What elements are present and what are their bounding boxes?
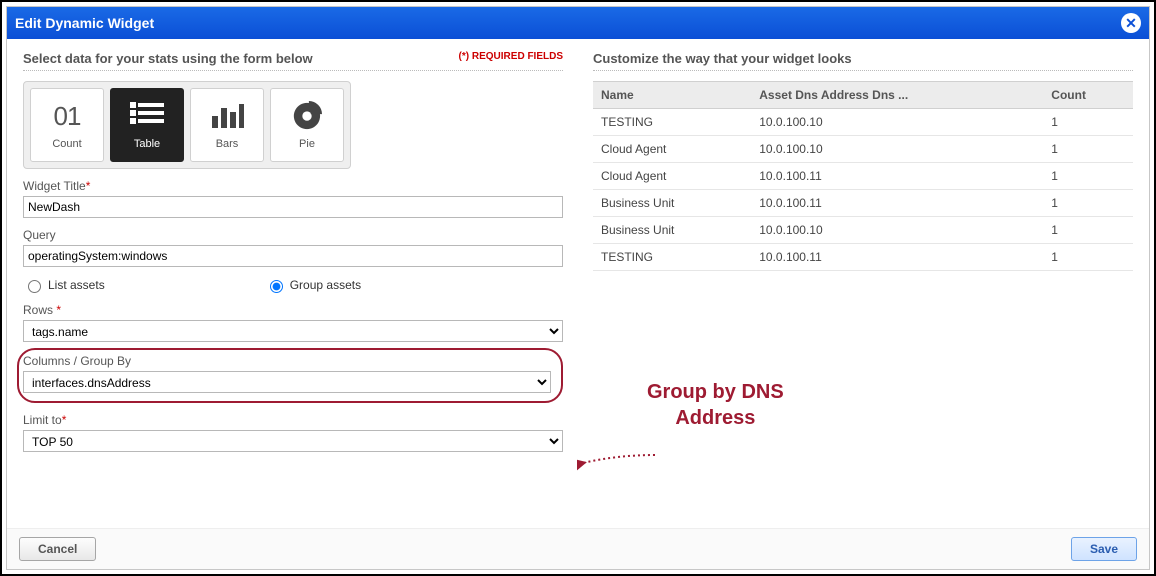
chart-type-count[interactable]: 01 Count: [30, 88, 104, 162]
table-cell: Business Unit: [593, 217, 751, 244]
chart-type-count-label: Count: [52, 138, 81, 150]
edit-widget-dialog: Edit Dynamic Widget ✕ Select data for yo…: [6, 6, 1150, 570]
chart-type-bars-label: Bars: [216, 138, 239, 150]
limit-label: Limit to*: [23, 413, 563, 427]
chart-type-table-label: Table: [134, 138, 160, 150]
widget-title-input[interactable]: [23, 196, 563, 218]
table-cell: 10.0.100.11: [751, 190, 1043, 217]
save-button[interactable]: Save: [1071, 537, 1137, 561]
close-button[interactable]: ✕: [1121, 13, 1141, 33]
chart-type-pie-label: Pie: [299, 138, 315, 150]
table-cell: 10.0.100.10: [751, 109, 1043, 136]
annotation-callout: Group by DNS Address: [647, 379, 784, 431]
chart-type-pie[interactable]: Pie: [270, 88, 344, 162]
columns-highlight: Columns / Group By interfaces.dnsAddress: [17, 348, 563, 403]
radio-group-assets[interactable]: Group assets: [265, 277, 361, 293]
annotation-arrow-icon: [577, 453, 657, 473]
table-cell: 1: [1043, 244, 1133, 271]
cancel-button[interactable]: Cancel: [19, 537, 96, 561]
radio-group-assets-input[interactable]: [270, 280, 283, 293]
preview-panel: Customize the way that your widget looks…: [593, 51, 1133, 516]
dialog-titlebar: Edit Dynamic Widget ✕: [7, 7, 1149, 39]
dialog-title: Edit Dynamic Widget: [15, 15, 154, 31]
columns-label: Columns / Group By: [23, 354, 551, 368]
table-cell: 1: [1043, 217, 1133, 244]
table-cell: 1: [1043, 109, 1133, 136]
limit-select[interactable]: TOP 50: [23, 430, 563, 452]
table-cell: 10.0.100.11: [751, 244, 1043, 271]
pie-icon: [292, 100, 322, 132]
chart-type-bars[interactable]: Bars: [190, 88, 264, 162]
rows-select[interactable]: tags.name: [23, 320, 563, 342]
preview-heading: Customize the way that your widget looks: [593, 51, 1133, 66]
dialog-footer: Cancel Save: [7, 528, 1149, 569]
radio-list-assets-input[interactable]: [28, 280, 41, 293]
table-cell: 10.0.100.10: [751, 217, 1043, 244]
columns-select[interactable]: interfaces.dnsAddress: [23, 371, 551, 393]
required-fields-note: (*) REQUIRED FIELDS: [459, 51, 563, 62]
query-input[interactable]: [23, 245, 563, 267]
table-icon: [130, 100, 164, 132]
query-label: Query: [23, 228, 563, 242]
count-number-icon: 01: [54, 101, 81, 132]
table-cell: TESTING: [593, 109, 751, 136]
table-cell: 1: [1043, 136, 1133, 163]
col-name[interactable]: Name: [593, 82, 751, 109]
table-cell: Cloud Agent: [593, 136, 751, 163]
chart-type-selector: 01 Count Table Bars: [23, 81, 351, 169]
table-row[interactable]: Business Unit10.0.100.101: [593, 217, 1133, 244]
table-cell: Cloud Agent: [593, 163, 751, 190]
table-row[interactable]: TESTING10.0.100.111: [593, 244, 1133, 271]
table-cell: 10.0.100.10: [751, 136, 1043, 163]
radio-list-assets[interactable]: List assets: [23, 277, 105, 293]
col-count[interactable]: Count: [1043, 82, 1133, 109]
bars-icon: [210, 100, 244, 132]
table-cell: Business Unit: [593, 190, 751, 217]
table-cell: TESTING: [593, 244, 751, 271]
table-cell: 10.0.100.11: [751, 163, 1043, 190]
table-row[interactable]: Business Unit10.0.100.111: [593, 190, 1133, 217]
col-dns[interactable]: Asset Dns Address Dns ...: [751, 82, 1043, 109]
preview-table: Name Asset Dns Address Dns ... Count TES…: [593, 81, 1133, 271]
table-row[interactable]: Cloud Agent10.0.100.101: [593, 136, 1133, 163]
table-row[interactable]: TESTING10.0.100.101: [593, 109, 1133, 136]
form-panel: Select data for your stats using the for…: [23, 51, 563, 516]
chart-type-table[interactable]: Table: [110, 88, 184, 162]
form-heading: Select data for your stats using the for…: [23, 51, 313, 66]
rows-label: Rows *: [23, 303, 563, 317]
table-row[interactable]: Cloud Agent10.0.100.111: [593, 163, 1133, 190]
widget-title-label: Widget Title*: [23, 179, 563, 193]
table-cell: 1: [1043, 190, 1133, 217]
close-icon: ✕: [1125, 16, 1137, 30]
table-cell: 1: [1043, 163, 1133, 190]
